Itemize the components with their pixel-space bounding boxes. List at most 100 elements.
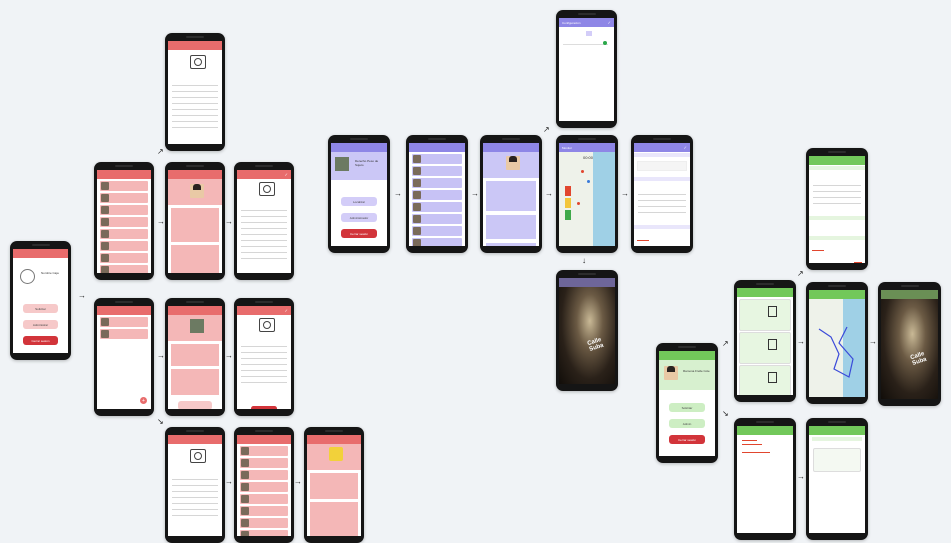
admin-button[interactable]: Admin [669,419,705,428]
list-item[interactable] [240,458,288,468]
map-view[interactable] [809,299,865,397]
arrow-right-icon: → [621,189,629,198]
list-item[interactable] [240,482,288,492]
phone-chat-green [806,418,868,540]
list-item[interactable] [100,253,148,263]
camera-view: Calle Suba [881,299,938,399]
app-bar [659,351,715,360]
arrow-right-icon: ↓ [582,256,586,265]
list-item[interactable] [100,329,148,339]
phone-report-green [806,148,868,270]
message-card [813,448,861,472]
list-item[interactable] [739,365,791,395]
phone-detail-purple [480,135,542,253]
arrow-right-icon: → [225,477,233,486]
avatar-icon [20,269,35,284]
arrow-right-icon: ↗ [543,125,550,134]
list-item[interactable] [412,226,462,236]
list-item[interactable] [240,494,288,504]
app-bar [409,143,465,152]
localizar-button[interactable]: Localizar [341,197,377,206]
camera-icon[interactable] [259,182,275,196]
delete-button[interactable] [251,406,277,409]
arrow-right-icon: ↗ [797,269,804,278]
user-photo [506,156,520,170]
phone-detail-red-2 [165,298,225,416]
list-item[interactable] [739,299,791,331]
phone-list-empty-red: + [94,298,154,416]
list-item[interactable] [412,190,462,200]
app-bar: ✓ [634,143,690,152]
list-item[interactable] [100,181,148,191]
phone-list-purple [406,135,468,253]
list-item[interactable] [739,332,791,364]
list-item[interactable] [100,265,148,273]
arrow-right-icon: → [225,351,233,360]
timer-label: 00:00 [583,155,594,160]
camera-icon[interactable] [190,55,206,69]
camera-icon[interactable] [259,318,275,332]
app-bar: ✓ [237,306,291,315]
map-view[interactable]: 00:00 [559,152,615,246]
app-bar [737,288,793,297]
check-icon[interactable]: ✓ [608,20,611,25]
phone-detail-red [165,162,225,280]
app-bar: ✓ [237,170,291,179]
list-item[interactable] [100,229,148,239]
toggle-switch[interactable] [603,41,607,45]
app-bar [483,143,539,152]
check-icon[interactable]: ✓ [684,145,687,150]
logout-button[interactable]: Cerrar sesión [23,336,58,345]
app-bar [809,290,865,299]
list-item[interactable] [100,317,148,327]
arrow-right-icon: → [869,337,877,346]
list-item[interactable] [100,205,148,215]
action-button[interactable] [178,401,212,409]
logout-button[interactable]: Cerrar sesión [341,229,377,238]
solicitar-button[interactable]: Solicitar [23,304,58,313]
arrow-right-icon: → [294,477,302,486]
list-item[interactable] [412,154,462,164]
administrar-button[interactable]: Administrar [23,320,58,329]
list-item[interactable] [412,178,462,188]
route-path [818,326,854,378]
arrow-right-icon: ↗ [157,147,164,156]
phone-settings-purple: Configuración ✓ [556,10,617,128]
list-item[interactable] [100,241,148,251]
list-item[interactable] [412,202,462,212]
list-item[interactable] [240,530,288,536]
list-item[interactable] [100,217,148,227]
app-bar: Monitor [559,143,615,152]
list-item[interactable] [412,214,462,224]
arrow-right-icon: ↘ [157,417,164,426]
phone-home-purple: Derecho Peso de Sujeto Localizar Adminis… [328,135,390,253]
app-bar [307,435,361,444]
plus-icon[interactable]: + [140,397,147,404]
app-bar [237,435,291,444]
arrow-right-icon: → [225,217,233,226]
list-item[interactable] [240,518,288,528]
check-icon[interactable]: ✓ [285,308,288,313]
list-item[interactable] [412,166,462,176]
arrow-right-icon: → [394,189,402,198]
camera-icon[interactable] [190,449,206,463]
screen-title: Monitor [562,145,573,150]
list-item[interactable] [240,506,288,516]
phone-home-red: Nombre Caja Solicitar Administrar Cerrar… [10,241,71,360]
list-item[interactable] [240,446,288,456]
app-bar [809,156,865,165]
arrow-right-icon: → [545,189,553,198]
phone-camera-purple: Calle Suba [556,270,618,391]
administrador-button[interactable]: Administrador [341,213,377,222]
solicitar-button[interactable]: Solicitar [669,403,705,412]
list-item[interactable] [240,470,288,480]
logout-button[interactable]: Cerrar sesión [669,435,705,444]
arrow-right-icon: → [797,472,805,481]
camera-view: Calle Suba [559,287,615,384]
street-name: Calle Suba [909,351,928,367]
list-item[interactable] [100,193,148,203]
list-item[interactable] [412,238,462,246]
arrow-right-icon: → [157,351,165,360]
check-icon[interactable]: ✓ [285,172,288,177]
app-bar [881,290,938,299]
